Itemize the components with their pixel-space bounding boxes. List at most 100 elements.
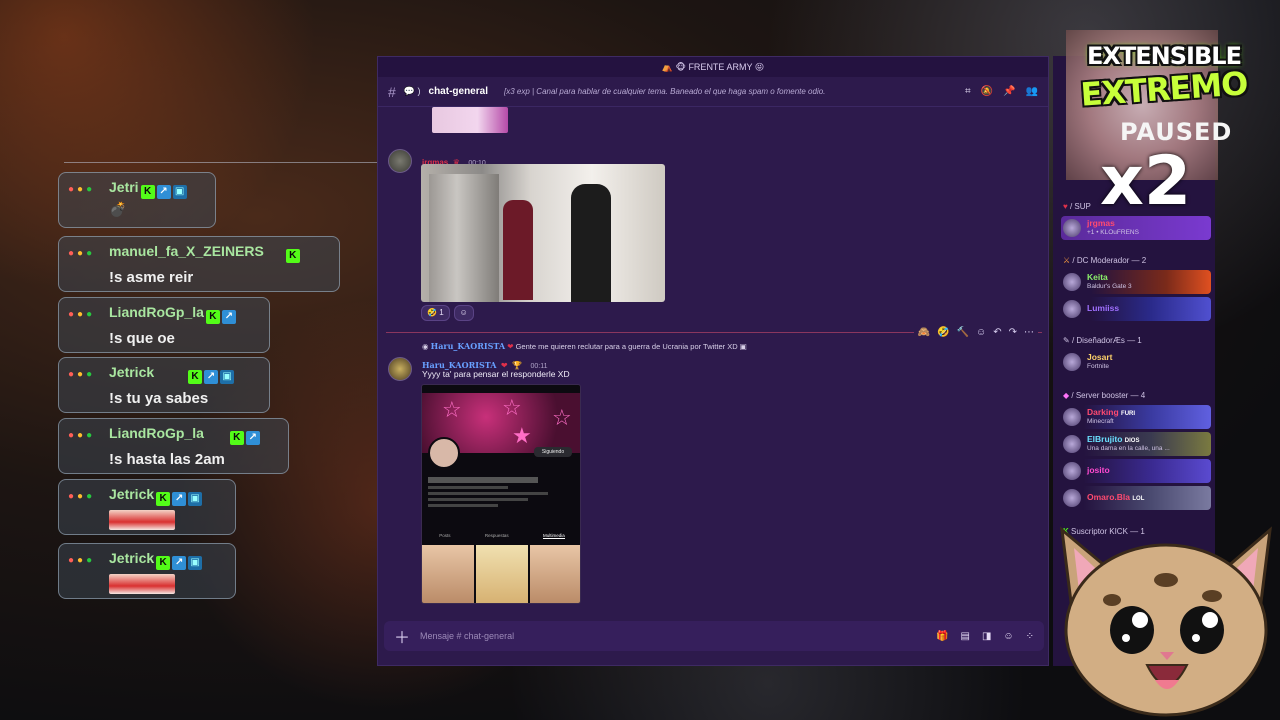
sub-badge-icon: ↗ (221, 310, 236, 324)
bomb-emote-icon: 💣 (109, 201, 127, 217)
role-tag: DIOS (1124, 438, 1140, 444)
member-item[interactable]: ElBrujito DIOS Una dama en la calle, una… (1061, 432, 1211, 456)
member-item[interactable]: Darking FURI Minecraft (1061, 405, 1211, 429)
reaction-laugh[interactable]: 🤣 1 (421, 305, 450, 321)
channel-name[interactable]: chat-general (429, 86, 488, 97)
sub-badge-icon: ↗ (245, 431, 260, 445)
sticker-icon[interactable]: ◨ (982, 631, 991, 642)
window-dots-icon: ●●● (68, 491, 96, 502)
message: jrgmas ♛ 00:10 🤣 1 ☺ (386, 147, 1026, 321)
video-attachment[interactable] (421, 164, 665, 302)
sub-badge-icon: ↗ (172, 556, 187, 570)
tab-posts: Posts (439, 533, 451, 538)
reply-reference[interactable]: ◉ Haru_KAORISTA ❤ Gente me quieren reclu… (422, 341, 747, 351)
heart-icon: ❤ (507, 342, 514, 351)
profile-tabs: Posts Respuestas Multimedia (422, 533, 580, 539)
more-icon[interactable]: ⋯ (1024, 327, 1034, 338)
message-image-attachment[interactable] (432, 107, 508, 133)
kick-badge-icon: K (156, 492, 171, 506)
threads-icon[interactable]: ⌗ (965, 86, 971, 97)
kick-badge-icon: K (156, 556, 171, 570)
reaction-emoji-icon[interactable]: 🙈 (918, 327, 930, 338)
speech-bubble-icon: 💬 ) (403, 86, 421, 96)
add-reaction-button[interactable]: ☺ (453, 305, 474, 321)
profile-bio (428, 477, 568, 507)
members-icon[interactable]: 👥 (1026, 86, 1038, 97)
sub-badge-icon: ↗ (172, 492, 187, 506)
hash-icon: # (388, 83, 396, 100)
profile-avatar (428, 437, 460, 469)
chat-text: !s hasta las 2am (109, 451, 225, 468)
member-section-header: ✎ / DiseñadorÆs — 1 (1063, 336, 1142, 345)
server-emoji-icon: 😝 (752, 62, 765, 72)
reply-avatar-icon: ◉ (422, 342, 429, 351)
avatar (1063, 462, 1081, 480)
message: ◉ Haru_KAORISTA ❤ Gente me quieren reclu… (386, 339, 1026, 614)
reaction-emoji-icon[interactable]: 🤣 (937, 327, 949, 338)
message-list[interactable]: jrgmas ♛ 00:10 🤣 1 ☺ 🙈 🤣 🔨 ☺ ↶ ↷ ⋯ (378, 107, 1050, 622)
boost-icon: ◆ (1063, 391, 1070, 400)
member-name: ElBrujito DIOS (1087, 434, 1140, 444)
chat-text: !s asme reir (109, 269, 194, 286)
verified-badge-icon: ▣ (188, 556, 203, 570)
member-item[interactable]: Lumiiss (1061, 297, 1211, 321)
kick-badge-icon: K (140, 185, 155, 199)
member-name: Darking FURI (1087, 407, 1136, 417)
avatar[interactable] (388, 149, 412, 173)
add-attachment-icon[interactable]: ＋ (394, 624, 410, 648)
window-dots-icon: ●●● (68, 430, 96, 441)
channel-header: # 💬 ) chat-general [x3 exp | Canal para … (378, 77, 1048, 107)
discord-window: ⛺ 🐵 FRENTE ARMY 😝 # 💬 ) chat-general [x3… (377, 56, 1049, 666)
forward-icon[interactable]: ↷ (1009, 327, 1017, 338)
avatar (1063, 353, 1081, 371)
window-dots-icon: ●●● (68, 555, 96, 566)
reaction-emoji-icon[interactable]: 🔨 (957, 327, 969, 338)
star-icon: ☆ (552, 405, 572, 430)
avatar (1063, 435, 1081, 453)
media-grid (422, 545, 580, 603)
kick-badge-icon: K (188, 370, 203, 384)
avatar (1063, 300, 1081, 318)
window-dots-icon: ●●● (68, 309, 96, 320)
member-name: josito (1087, 465, 1110, 475)
message-input[interactable]: Mensaje # chat-general (420, 631, 926, 641)
server-title-bar: ⛺ 🐵 FRENTE ARMY 😝 (378, 57, 1048, 77)
chat-emote-image (109, 510, 175, 530)
message-input-bar[interactable]: ＋ Mensaje # chat-general 🎁 ▤ ◨ ☺ ⁘ (384, 621, 1044, 651)
role-tag: LOL (1132, 496, 1145, 502)
member-item[interactable]: josito (1061, 459, 1211, 483)
reactions: 🤣 1 ☺ (421, 305, 474, 321)
pin-icon[interactable]: 📌 (1003, 86, 1015, 97)
kick-badge-icon: K (229, 431, 244, 445)
chat-message: ●●● manuel_fa_X_ZEINERS K !s asme reir (58, 236, 340, 292)
screenshot-attachment[interactable]: ☆ ☆ ★ ☆ Siguiendo Posts Respuestas Multi… (421, 384, 581, 604)
chat-username: Jetri (109, 179, 139, 195)
member-item[interactable]: Josart Fortnite (1061, 350, 1211, 374)
emoji-icon[interactable]: ☺ (1003, 631, 1013, 642)
reply-icon[interactable]: ↶ (993, 327, 1001, 338)
cat-mascot-icon (1060, 526, 1272, 717)
avatar[interactable] (388, 357, 412, 381)
kick-badge-icon: K (285, 249, 300, 263)
tab-replies: Respuestas (484, 533, 509, 538)
sword-icon: ⚔ (1063, 256, 1071, 265)
chat-text: !s tu ya sabes (109, 390, 209, 407)
member-item[interactable]: Omaro.Bla LOL (1061, 486, 1211, 510)
member-section-header: ⚔ / DC Moderador — 2 (1063, 256, 1147, 265)
apps-icon[interactable]: ⁘ (1026, 631, 1034, 642)
chat-text: !s que oe (109, 330, 175, 347)
mute-bell-icon[interactable]: 🔕 (981, 86, 993, 97)
channel-topic[interactable]: [x3 exp | Canal para hablar de cualquier… (504, 87, 957, 96)
add-reaction-icon[interactable]: ☺ (976, 327, 986, 338)
avatar (1063, 408, 1081, 426)
gif-icon[interactable]: ▤ (960, 631, 969, 642)
star-icon: ★ (512, 423, 532, 448)
member-name: Omaro.Bla LOL (1087, 492, 1145, 502)
chat-username: Jetrick (109, 364, 155, 380)
member-item[interactable]: Keita Baldur's Gate 3 (1061, 270, 1211, 294)
star-icon: ☆ (502, 395, 522, 420)
gift-icon[interactable]: 🎁 (936, 631, 948, 642)
reply-text: Gente me quieren reclutar para a guerra … (515, 342, 738, 351)
avatar (1063, 489, 1081, 507)
follow-button: Siguiendo (534, 447, 572, 457)
